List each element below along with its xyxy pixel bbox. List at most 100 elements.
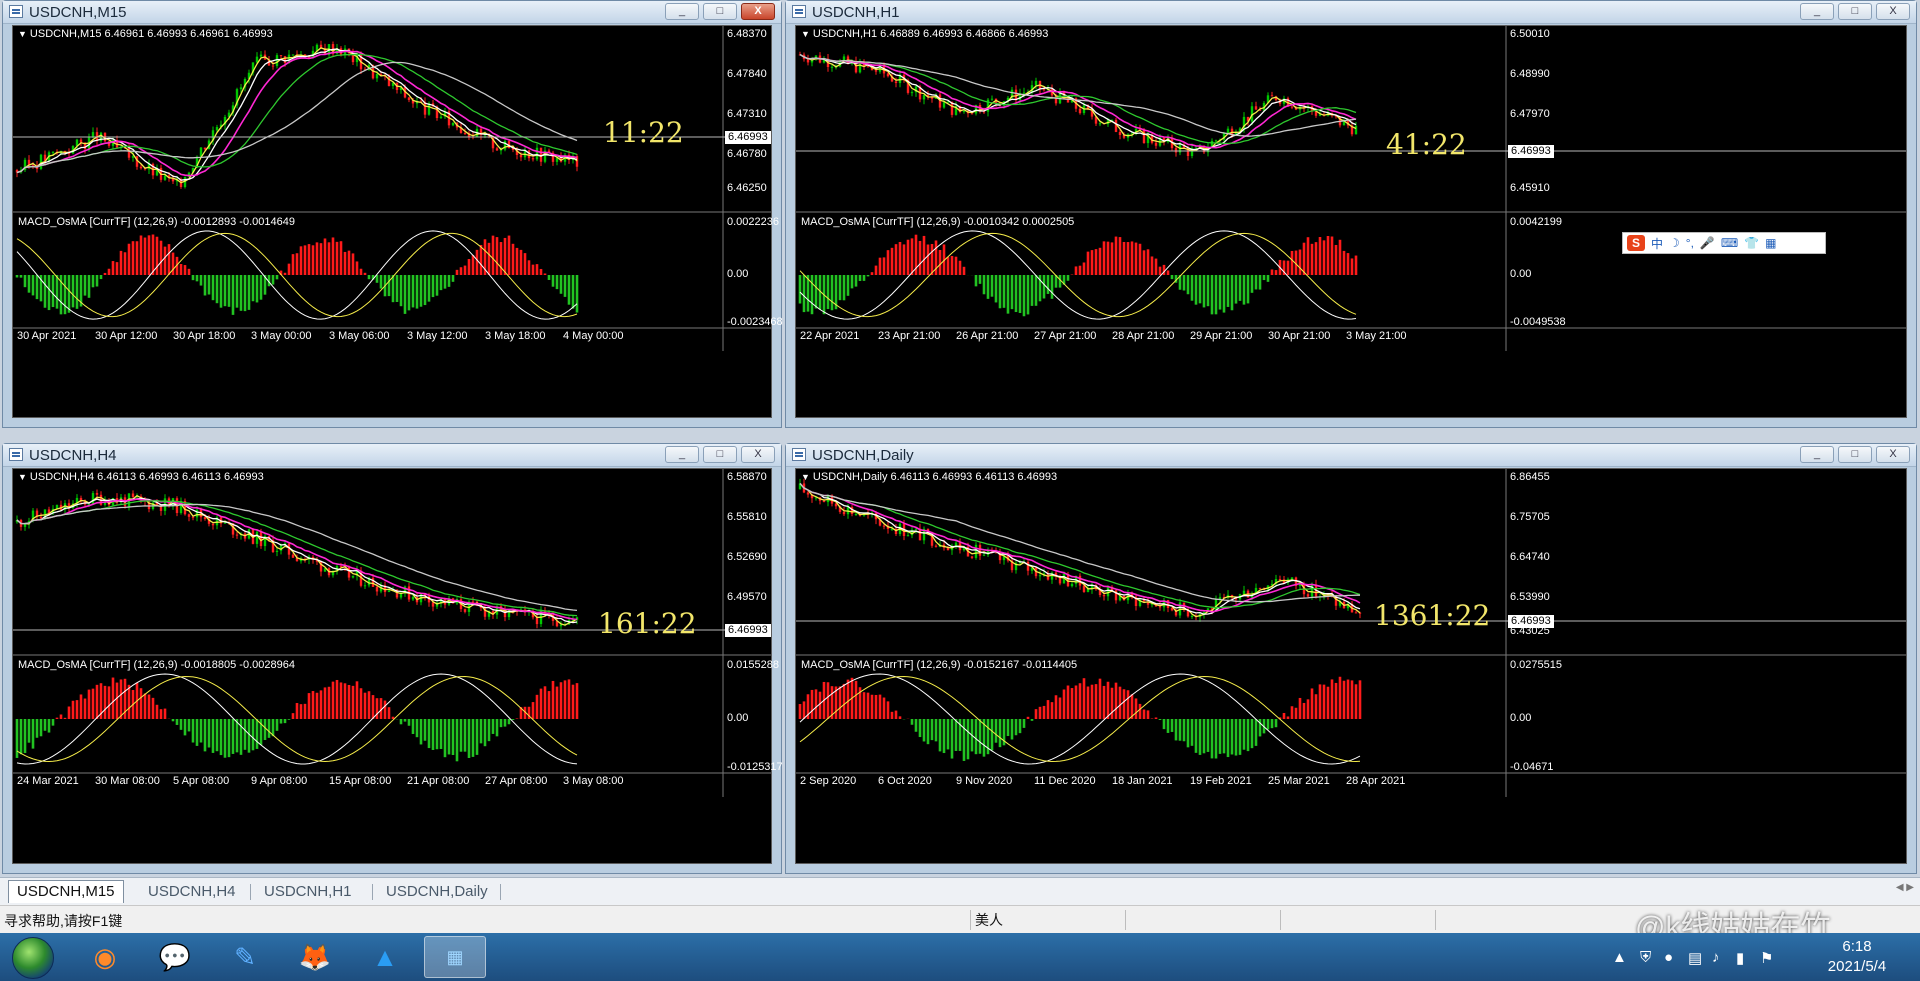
macd-histogram-bar [1222, 275, 1226, 313]
sogou-icon[interactable]: ◉ [74, 936, 136, 978]
candle-body [211, 523, 215, 526]
macd-histogram-bar [1298, 249, 1302, 275]
wechat-icon[interactable]: 💬 [144, 936, 206, 978]
collapse-triangle-icon[interactable]: ▼ [801, 29, 810, 39]
close-button[interactable]: X [1876, 446, 1910, 463]
macd-histogram-bar [1230, 275, 1234, 311]
macd-histogram-bar [295, 253, 299, 275]
macd-histogram-bar [211, 719, 215, 753]
tray-network-icon[interactable]: ▤ [1688, 949, 1702, 967]
window-titlebar[interactable]: USDCNH,M15 _ □ X [3, 1, 781, 24]
macd-histogram-bar [1046, 700, 1050, 719]
close-button[interactable]: X [741, 446, 775, 463]
candle-body [531, 158, 535, 160]
ime-grid-icon[interactable]: ▦ [1765, 236, 1776, 250]
tray-flag-icon[interactable]: ⚑ [1760, 949, 1773, 967]
macd-histogram-bar [483, 719, 487, 747]
macd-histogram-bar [1274, 270, 1278, 275]
chart-area[interactable]: ▼ USDCNH,Daily 6.46113 6.46993 6.46113 6.… [795, 468, 1907, 864]
macd-histogram-bar [1006, 275, 1010, 314]
collapse-triangle-icon[interactable]: ▼ [18, 472, 27, 482]
tencent-meeting-icon[interactable]: ▲ [354, 936, 416, 978]
macd-histogram-bar [91, 688, 95, 719]
restore-button[interactable]: □ [1838, 446, 1872, 463]
firefox-icon[interactable]: 🦊 [284, 936, 346, 978]
collapse-triangle-icon[interactable]: ▼ [801, 472, 810, 482]
macd-histogram-bar [387, 275, 391, 297]
candle-body [451, 122, 455, 126]
close-button[interactable]: X [741, 3, 775, 20]
tray-wechat-icon[interactable]: ● [1664, 949, 1673, 966]
candle-body [471, 601, 475, 603]
time-axis-label: 6 Oct 2020 [878, 775, 932, 787]
window-title: USDCNH,H1 [812, 4, 900, 21]
time-axis-label: 3 May 21:00 [1346, 330, 1407, 342]
restore-button[interactable]: □ [703, 446, 737, 463]
macd-histogram-bar [818, 691, 822, 719]
window-controls: _ □ X [665, 446, 775, 463]
macd-histogram-bar [223, 719, 227, 758]
time-axis-label: 24 Mar 2021 [17, 775, 79, 787]
ime-keyboard-icon[interactable]: ⌨ [1721, 236, 1738, 250]
chart-area[interactable]: ▼ USDCNH,H4 6.46113 6.46993 6.46113 6.469… [12, 468, 783, 864]
macd-histogram-bar [327, 686, 331, 719]
macd-histogram-bar [1238, 275, 1242, 301]
minimize-button[interactable]: _ [1800, 446, 1834, 463]
macd-histogram-bar [1354, 255, 1358, 275]
tab-usdcnh-daily[interactable]: USDCNH,Daily [378, 881, 496, 903]
tab-usdcnh-h4[interactable]: USDCNH,H4 [140, 881, 244, 903]
restore-button[interactable]: □ [1838, 3, 1872, 20]
chart-window-daily[interactable]: USDCNH,Daily _ □ X ▼ USDCNH,Daily 6.46113 6.4… [785, 443, 1917, 874]
feishu-icon[interactable]: ✎ [214, 936, 276, 978]
window-titlebar[interactable]: USDCNH,H1 _ □ X [786, 1, 1916, 24]
restore-button[interactable]: □ [703, 3, 737, 20]
ime-skin-icon[interactable]: 👕 [1744, 236, 1759, 250]
close-button[interactable]: X [1876, 3, 1910, 20]
macd-histogram-bar [926, 244, 930, 275]
ime-moon-icon[interactable]: ☽ [1669, 236, 1680, 250]
candle-body [503, 140, 507, 150]
macd-axis-label: 0.0275515 [1510, 659, 1562, 671]
chart-area[interactable]: ▼ USDCNH,H1 6.46889 6.46993 6.46866 6.469… [795, 25, 1907, 418]
tab-usdcnh-m15[interactable]: USDCNH,M15 [8, 880, 124, 903]
chart-window-h1[interactable]: USDCNH,H1 _ □ X ▼ USDCNH,H1 6.46889 6.46993 6… [785, 0, 1917, 428]
tab-usdcnh-h1[interactable]: USDCNH,H1 [256, 881, 360, 903]
price-axis-label: 6.46250 [727, 182, 767, 194]
macd-histogram-bar [1242, 719, 1246, 750]
sogou-logo-icon[interactable]: S [1627, 235, 1645, 251]
candle-body [842, 511, 846, 515]
time-axis-label: 3 May 08:00 [563, 775, 624, 787]
tab-scroll-arrows[interactable]: ◀ ▶ [1896, 882, 1914, 893]
ime-toolbar[interactable]: S 中 ☽ °, 🎤 ⌨ 👕 ▦ [1622, 232, 1826, 254]
tray-arrow-icon[interactable]: ▲ [1612, 949, 1627, 966]
start-orb-icon[interactable] [12, 937, 54, 979]
minimize-button[interactable]: _ [1800, 3, 1834, 20]
ma-white-line [799, 483, 1361, 615]
ime-chinese-mode[interactable]: 中 [1651, 235, 1663, 252]
taskbar-clock[interactable]: 6:18 2021/5/4 [1802, 937, 1912, 977]
chart-window-h4[interactable]: USDCNH,H4 _ □ X ▼ USDCNH,H4 6.46113 6.46993 6… [2, 443, 783, 874]
trading-app-icon[interactable]: ▦ [424, 936, 486, 978]
macd-histogram-bar [223, 275, 227, 307]
ime-mic-icon[interactable]: 🎤 [1700, 236, 1715, 250]
status-profile[interactable]: 美人 [970, 910, 1125, 930]
chart-area[interactable]: ▼ USDCNH,M15 6.46961 6.46993 6.46961 6.46… [12, 25, 783, 418]
tray-shield-icon[interactable]: ⛨ [1640, 949, 1651, 966]
macd-histogram-bar [1054, 695, 1058, 719]
minimize-button[interactable]: _ [665, 446, 699, 463]
tray-volume-icon[interactable]: ♪ [1712, 949, 1720, 966]
macd-histogram-bar [850, 275, 854, 289]
window-titlebar[interactable]: USDCNH,Daily _ □ X [786, 444, 1916, 467]
chart-window-m15[interactable]: USDCNH,M15 _ □ X ▼ USDCNH,M15 6.46961 6.46993… [2, 0, 783, 428]
candle-body [822, 500, 826, 503]
tray-signal-icon[interactable]: ▮ [1736, 949, 1744, 967]
macd-histogram-bar [107, 686, 111, 719]
minimize-button[interactable]: _ [665, 3, 699, 20]
ime-punct-icon[interactable]: °, [1686, 236, 1694, 250]
collapse-triangle-icon[interactable]: ▼ [18, 29, 27, 39]
macd-histogram-bar [439, 719, 443, 749]
macd-histogram-bar [447, 275, 451, 287]
macd-histogram-bar [239, 719, 243, 755]
window-titlebar[interactable]: USDCNH,H4 _ □ X [3, 444, 781, 467]
tab-separator [372, 884, 373, 900]
